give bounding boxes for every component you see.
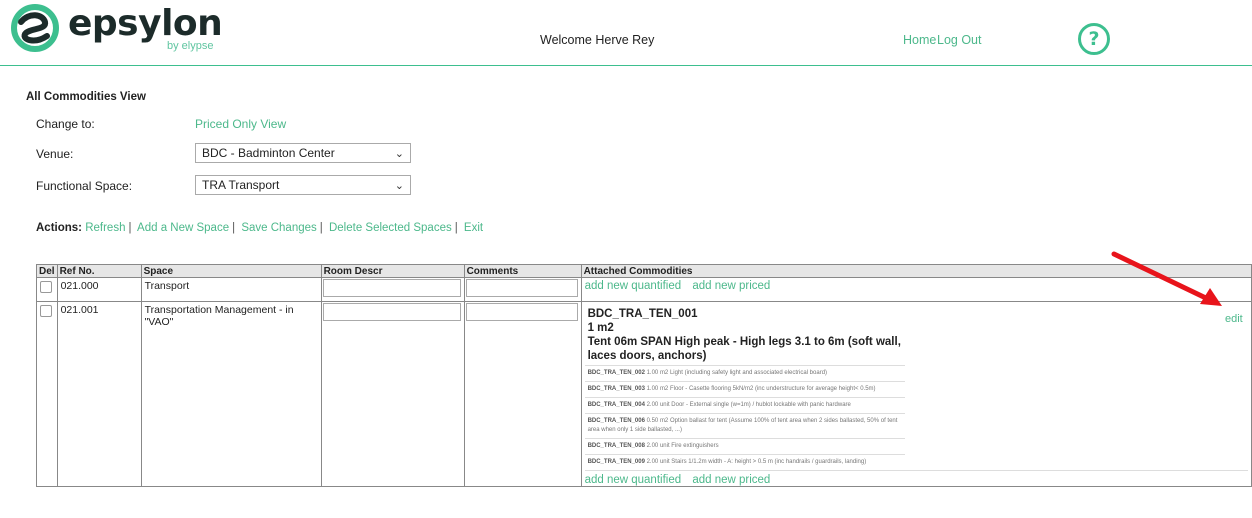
brand-byline: by elypse	[167, 40, 214, 52]
table-row: 021.000 Transport add new quantified add…	[36, 277, 1252, 302]
ref-no-cell: 021.000	[56, 277, 142, 302]
main-commodity: BDC_TRA_TEN_001 1 m2 Tent 06m SPAN High …	[585, 302, 905, 365]
main-commodity-qty: 1 m2	[587, 322, 614, 334]
venue-select[interactable]: BDC - Badminton Center ⌄	[195, 143, 411, 163]
spaces-table: Del Ref No. Space Room Descr Comments At…	[36, 264, 1252, 487]
col-header-ref: Ref No.	[56, 264, 142, 278]
ref-no-cell: 021.001	[56, 301, 142, 487]
list-item: BDC_TRA_TEN_006 0.50 m2 Option ballast f…	[584, 413, 905, 438]
add-new-quantified-link[interactable]: add new quantified	[585, 280, 682, 292]
chevron-down-icon: ⌄	[394, 180, 404, 192]
page-title: All Commodities View	[26, 91, 146, 103]
save-changes-link[interactable]: Save Changes	[241, 222, 316, 234]
room-descr-input[interactable]	[322, 279, 461, 297]
venue-select-value: BDC - Badminton Center	[202, 146, 335, 160]
col-header-comments: Comments	[463, 264, 582, 278]
functional-space-select[interactable]: TRA Transport ⌄	[195, 175, 411, 195]
refresh-link[interactable]: Refresh	[85, 222, 125, 234]
add-new-quantified-link[interactable]: add new quantified	[585, 474, 682, 486]
col-header-del: Del	[36, 264, 58, 278]
add-new-priced-link[interactable]: add new priced	[692, 474, 770, 486]
exit-link[interactable]: Exit	[464, 222, 483, 234]
chevron-down-icon: ⌄	[394, 148, 404, 160]
functional-space-select-value: TRA Transport	[202, 178, 280, 192]
actions-label: Actions:	[36, 222, 82, 234]
room-descr-input[interactable]	[322, 303, 461, 321]
table-row: 021.001 Transportation Management - in "…	[36, 301, 1252, 487]
delete-checkbox[interactable]	[40, 305, 52, 317]
epsylon-logo-icon[interactable]	[9, 4, 61, 52]
nav-home-link[interactable]: Home	[903, 33, 936, 47]
add-new-space-link[interactable]: Add a New Space	[137, 222, 229, 234]
actions-bar: Actions: Refresh | Add a New Space | Save …	[36, 222, 484, 234]
list-item: BDC_TRA_TEN_003 1.00 m2 Floor - Casette …	[584, 381, 905, 397]
red-arrow-icon	[1111, 251, 1222, 306]
delete-checkbox[interactable]	[40, 281, 52, 293]
edit-commodity-link[interactable]: edit	[1225, 313, 1243, 325]
main-commodity-desc: Tent 06m SPAN High peak - High legs 3.1 …	[587, 336, 901, 362]
add-links: add new quantified add new priced	[584, 470, 1248, 486]
col-header-room-descr: Room Descr	[320, 264, 465, 278]
main-commodity-code: BDC_TRA_TEN_001	[587, 308, 698, 320]
delete-selected-spaces-link[interactable]: Delete Selected Spaces	[329, 222, 452, 234]
comments-input[interactable]	[465, 279, 578, 297]
list-item: BDC_TRA_TEN_002 1.00 m2 Light (including…	[584, 365, 905, 381]
functional-space-label: Functional Space:	[36, 179, 133, 193]
help-icon[interactable]: ?	[1078, 23, 1110, 55]
app-header: epsylon by elypse Welcome Herve Rey Home…	[0, 0, 1252, 66]
list-item: BDC_TRA_TEN_008 2.00 unit Fire extinguis…	[584, 438, 905, 454]
venue-label: Venue:	[36, 147, 74, 161]
priced-only-view-link[interactable]: Priced Only View	[195, 117, 286, 131]
attached-commodities-cell: BDC_TRA_TEN_001 1 m2 Tent 06m SPAN High …	[580, 301, 1252, 487]
welcome-text: Welcome Herve Rey	[540, 33, 655, 47]
change-to-label: Change to:	[36, 117, 95, 131]
list-item: BDC_TRA_TEN_009 2.00 unit Stairs 1/1.2m …	[584, 454, 905, 470]
nav-logout-link[interactable]: Log Out	[937, 33, 981, 47]
table-header-row: Del Ref No. Space Room Descr Comments At…	[36, 264, 1252, 278]
space-cell: Transport	[140, 277, 322, 302]
add-new-priced-link[interactable]: add new priced	[692, 280, 770, 292]
comments-input[interactable]	[465, 303, 578, 321]
list-item: BDC_TRA_TEN_004 2.00 unit Door - Externa…	[584, 397, 905, 413]
space-cell: Transportation Management - in "VAO"	[140, 301, 322, 487]
col-header-space: Space	[140, 264, 322, 278]
